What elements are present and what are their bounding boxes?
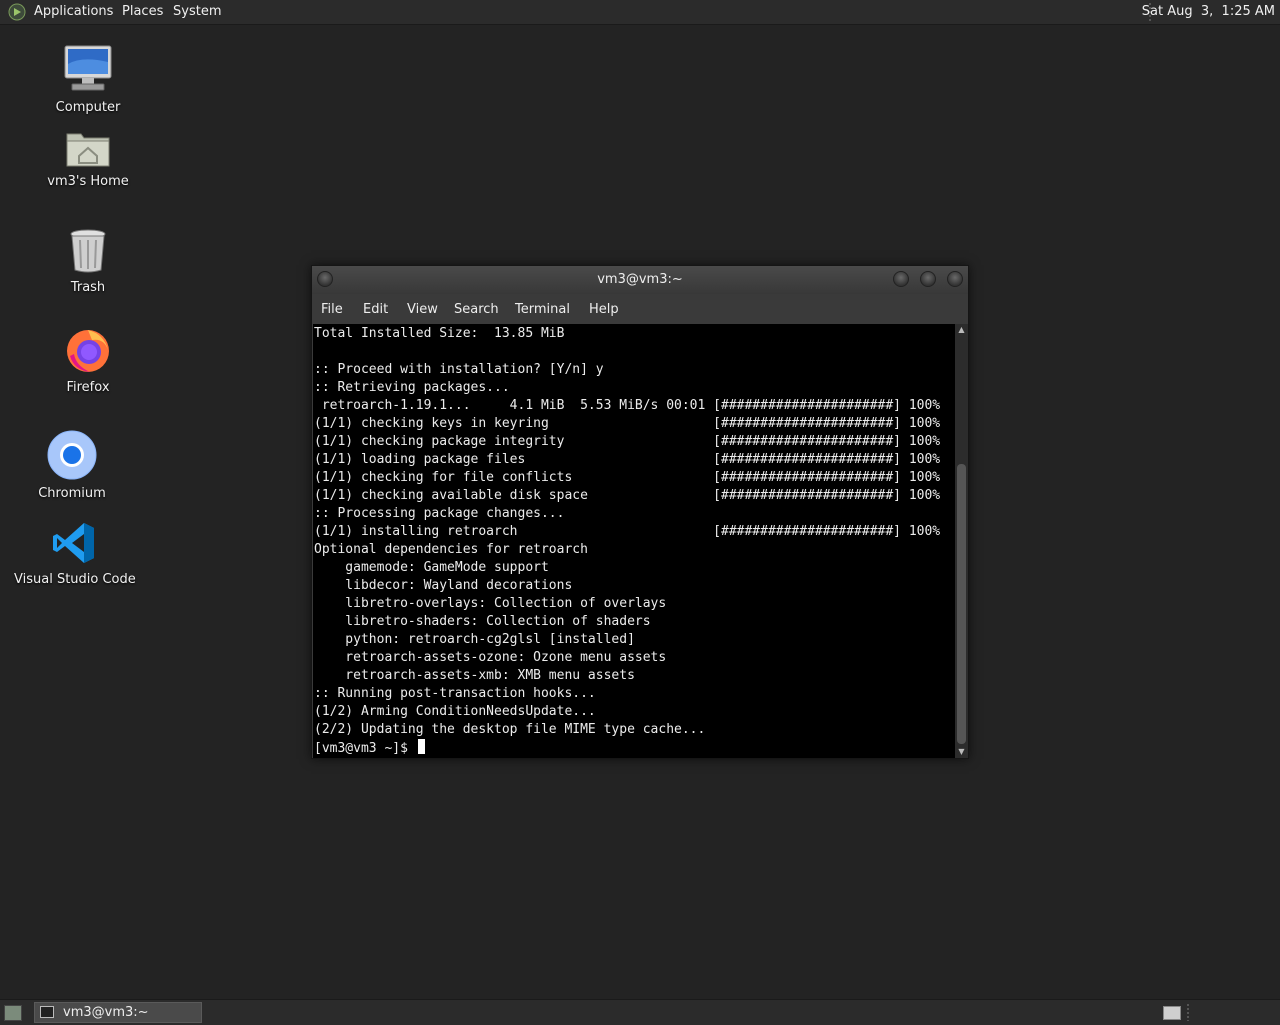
- system-menu[interactable]: System: [173, 0, 221, 24]
- terminal-line: libretro-overlays: Collection of overlay…: [345, 596, 667, 611]
- shell-prompt: [vm3@vm3 ~]$: [314, 741, 416, 756]
- terminal-line: (1/1) checking keys in keyring [########…: [314, 416, 941, 431]
- desktop-icon-vscode[interactable]: Visual Studio Code: [14, 520, 136, 587]
- applications-menu[interactable]: Applications: [34, 0, 113, 24]
- terminal-line: (1/1) checking available disk space [###…: [314, 488, 941, 503]
- terminal-line: libdecor: Wayland decorations: [345, 578, 573, 593]
- desktop-icon-chromium[interactable]: Chromium: [22, 430, 122, 501]
- terminal-line: (1/1) checking for file conflicts [#####…: [314, 470, 941, 485]
- top-panel: Applications Places System Sat Aug 3, 1:…: [0, 0, 1280, 25]
- scroll-up-arrow-icon[interactable]: ▲: [955, 324, 968, 336]
- computer-icon: [64, 45, 112, 91]
- close-button[interactable]: [947, 271, 963, 287]
- terminal-line: retroarch-assets-xmb: XMB menu assets: [345, 668, 635, 683]
- chromium-icon: [47, 430, 97, 480]
- text-cursor: [417, 739, 425, 754]
- bottom-panel: vm3@vm3:~: [0, 999, 1280, 1025]
- desktop-icon-trash[interactable]: Trash: [38, 228, 138, 295]
- terminal-lines: Total Installed Size: 13.85 MiB :: Proce…: [314, 326, 940, 737]
- workspace-switcher[interactable]: [1163, 1006, 1181, 1020]
- scroll-down-arrow-icon[interactable]: ▼: [955, 746, 968, 758]
- terminal-line: :: Running post-transaction hooks...: [314, 686, 596, 701]
- terminal-scrollbar[interactable]: ▲ ▼: [955, 324, 968, 758]
- panel-separator: [1187, 1004, 1189, 1021]
- desktop-icon-label: Chromium: [38, 486, 106, 501]
- desktop-icon-label: Firefox: [66, 380, 110, 395]
- gnome-foot-icon[interactable]: [8, 3, 26, 21]
- window-title: vm3@vm3:~: [597, 272, 683, 287]
- minimize-button[interactable]: [893, 271, 909, 287]
- terminal-line: libretro-shaders: Collection of shaders: [345, 614, 651, 629]
- terminal-line: :: Processing package changes...: [314, 506, 565, 521]
- terminal-output[interactable]: Total Installed Size: 13.85 MiB :: Proce…: [313, 324, 955, 758]
- terminal-line: (2/2) Updating the desktop file MIME typ…: [314, 722, 706, 737]
- terminal-line: gamemode: GameMode support: [345, 560, 549, 575]
- terminal-line: :: Retrieving packages...: [314, 380, 510, 395]
- taskbar-label: vm3@vm3:~: [63, 1005, 149, 1020]
- places-menu[interactable]: Places: [122, 0, 163, 24]
- maximize-button[interactable]: [920, 271, 936, 287]
- desktop-icon-firefox[interactable]: Firefox: [38, 326, 138, 395]
- window-titlebar[interactable]: vm3@vm3:~: [312, 266, 968, 294]
- terminal-icon: [40, 1006, 54, 1018]
- menu-edit[interactable]: Edit: [363, 294, 388, 326]
- menu-file[interactable]: File: [321, 294, 343, 326]
- desktop-icon-label: Computer: [55, 100, 121, 115]
- desktop-icon-label: Visual Studio Code: [14, 572, 136, 587]
- menu-search[interactable]: Search: [454, 294, 499, 326]
- terminal-line: Total Installed Size: 13.85 MiB: [314, 326, 565, 341]
- terminal-line: retroarch-1.19.1... 4.1 MiB 5.53 MiB/s 0…: [321, 398, 941, 413]
- home-folder-icon: [66, 133, 110, 167]
- menu-help[interactable]: Help: [589, 294, 619, 326]
- show-desktop-icon[interactable]: [4, 1005, 22, 1021]
- terminal-line: (1/2) Arming ConditionNeedsUpdate...: [314, 704, 596, 719]
- trash-icon: [70, 229, 106, 273]
- terminal-line: python: retroarch-cg2glsl [installed]: [345, 632, 635, 647]
- menu-view[interactable]: View: [407, 294, 438, 326]
- desktop-icon-computer[interactable]: Computer: [38, 44, 138, 115]
- terminal-line: Optional dependencies for retroarch: [314, 542, 588, 557]
- terminal-window[interactable]: vm3@vm3:~ File Edit View Search Terminal…: [311, 265, 969, 759]
- desktop-icon-label: vm3's Home: [47, 174, 129, 189]
- terminal-line: (1/1) checking package integrity [######…: [314, 434, 941, 449]
- scrollbar-thumb[interactable]: [957, 464, 966, 744]
- terminal-line: :: Proceed with installation? [Y/n] y: [314, 362, 604, 377]
- taskbar-button-terminal[interactable]: vm3@vm3:~: [34, 1002, 202, 1023]
- desktop-icon-home[interactable]: vm3's Home: [38, 128, 138, 189]
- terminal-line: (1/1) loading package files [###########…: [314, 452, 941, 467]
- desktop-icon-label: Trash: [70, 280, 106, 295]
- terminal-text: Total Installed Size: 13.85 MiB :: Proce…: [313, 324, 955, 758]
- terminal-line: (1/1) installing retroarch [############…: [314, 524, 941, 539]
- clock[interactable]: Sat Aug 3, 1:25 AM: [1142, 0, 1275, 24]
- firefox-icon: [67, 330, 109, 372]
- menu-terminal[interactable]: Terminal: [515, 294, 570, 326]
- vscode-icon: [53, 523, 94, 563]
- terminal-line: retroarch-assets-ozone: Ozone menu asset…: [345, 650, 667, 665]
- terminal-menubar: File Edit View Search Terminal Help: [312, 294, 968, 324]
